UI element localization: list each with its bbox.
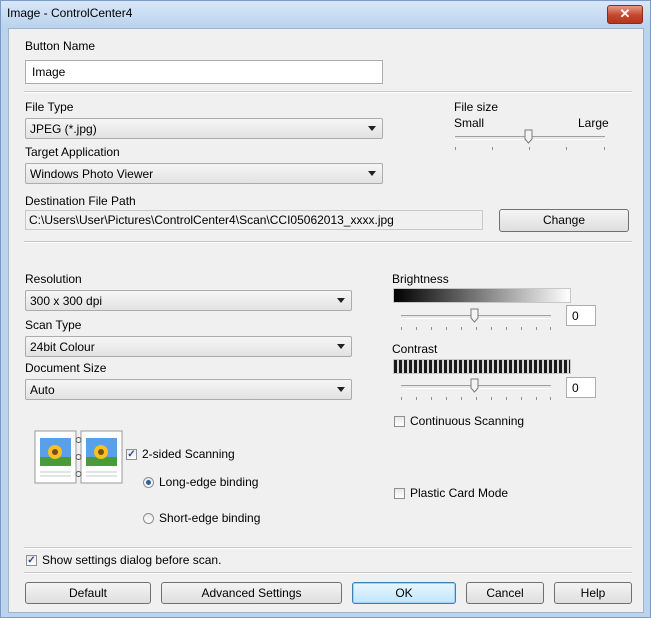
- scan-type-select[interactable]: 24bit Colour: [25, 336, 352, 357]
- plastic-card-mode-label[interactable]: Plastic Card Mode: [410, 486, 508, 500]
- target-app-label: Target Application: [25, 145, 120, 159]
- chevron-down-icon: [337, 387, 345, 392]
- chevron-down-icon: [337, 344, 345, 349]
- duplex-scan-icon: [34, 430, 123, 484]
- brightness-ticks: [401, 327, 551, 331]
- resolution-select[interactable]: 300 x 300 dpi: [25, 290, 352, 311]
- close-button[interactable]: ✕: [607, 5, 643, 24]
- help-button[interactable]: Help: [554, 582, 632, 604]
- scan-type-label: Scan Type: [25, 318, 82, 332]
- file-type-label: File Type: [25, 100, 74, 114]
- chevron-down-icon: [368, 126, 376, 131]
- contrast-slider-thumb[interactable]: [470, 378, 480, 394]
- plastic-card-mode-checkbox[interactable]: [394, 488, 405, 499]
- resolution-value: 300 x 300 dpi: [30, 294, 103, 308]
- default-button[interactable]: Default: [25, 582, 151, 604]
- file-size-large-label: Large: [578, 116, 609, 130]
- contrast-label: Contrast: [392, 342, 438, 356]
- button-name-label: Button Name: [25, 39, 96, 53]
- two-sided-scanning-checkbox[interactable]: ✓: [126, 449, 137, 460]
- brightness-gradient: [393, 288, 571, 303]
- separator: [24, 91, 632, 93]
- destination-path-field[interactable]: C:\Users\User\Pictures\ControlCenter4\Sc…: [25, 210, 483, 230]
- document-size-select[interactable]: Auto: [25, 379, 352, 400]
- file-size-ticks: [455, 147, 605, 151]
- change-button[interactable]: Change: [499, 209, 629, 232]
- continuous-scanning-label[interactable]: Continuous Scanning: [410, 414, 524, 428]
- short-edge-binding-label[interactable]: Short-edge binding: [159, 511, 260, 525]
- dialog-body: Button Name Image File Type JPEG (*.jpg)…: [8, 28, 644, 613]
- chevron-down-icon: [368, 171, 376, 176]
- file-size-small-label: Small: [454, 116, 485, 130]
- file-size-slider-thumb[interactable]: [524, 129, 534, 145]
- contrast-value-input[interactable]: 0: [566, 377, 596, 398]
- long-edge-binding-label[interactable]: Long-edge binding: [159, 475, 258, 489]
- document-size-label: Document Size: [25, 361, 107, 375]
- window-title: Image - ControlCenter4: [7, 6, 133, 20]
- target-app-value: Windows Photo Viewer: [30, 167, 154, 181]
- separator: [24, 547, 632, 549]
- advanced-settings-button[interactable]: Advanced Settings: [161, 582, 342, 604]
- two-sided-scanning-label[interactable]: 2-sided Scanning: [142, 447, 235, 461]
- cancel-button[interactable]: Cancel: [466, 582, 544, 604]
- button-name-input[interactable]: Image: [25, 60, 383, 84]
- title-bar[interactable]: Image - ControlCenter4 ✕: [1, 1, 650, 26]
- file-type-select[interactable]: JPEG (*.jpg): [25, 118, 383, 139]
- destination-label: Destination File Path: [25, 194, 136, 208]
- resolution-label: Resolution: [25, 272, 82, 286]
- dialog-window: Image - ControlCenter4 ✕ Button Name Ima…: [0, 0, 651, 618]
- file-size-label: File size: [454, 100, 499, 114]
- brightness-label: Brightness: [392, 272, 449, 286]
- document-size-value: Auto: [30, 383, 55, 397]
- target-app-select[interactable]: Windows Photo Viewer: [25, 163, 383, 184]
- close-icon: ✕: [619, 6, 631, 21]
- brightness-value-input[interactable]: 0: [566, 305, 596, 326]
- separator: [24, 572, 632, 574]
- chevron-down-icon: [337, 298, 345, 303]
- scan-type-value: 24bit Colour: [30, 340, 95, 354]
- long-edge-binding-radio[interactable]: [143, 477, 154, 488]
- brightness-slider-thumb[interactable]: [470, 308, 480, 324]
- file-type-value: JPEG (*.jpg): [30, 122, 97, 136]
- contrast-ticks: [401, 397, 551, 401]
- contrast-pattern: [393, 359, 571, 374]
- short-edge-binding-radio[interactable]: [143, 513, 154, 524]
- ok-button[interactable]: OK: [352, 582, 456, 604]
- show-settings-checkbox[interactable]: ✓: [26, 555, 37, 566]
- continuous-scanning-checkbox[interactable]: [394, 416, 405, 427]
- separator: [24, 241, 632, 243]
- show-settings-label[interactable]: Show settings dialog before scan.: [42, 553, 221, 567]
